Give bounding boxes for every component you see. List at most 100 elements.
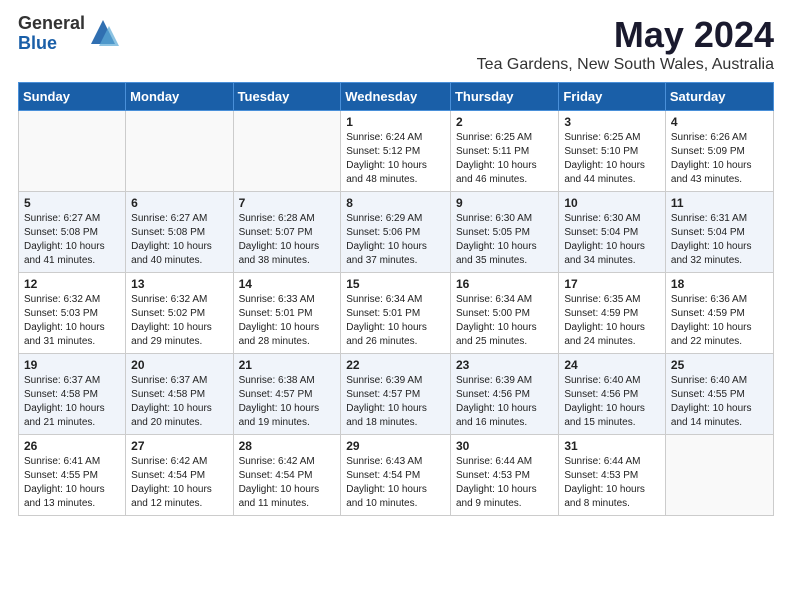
- calendar-cell: 26 Sunrise: 6:41 AM Sunset: 4:55 PM Dayli…: [19, 435, 126, 516]
- calendar-cell: 13 Sunrise: 6:32 AM Sunset: 5:02 PM Dayli…: [126, 273, 233, 354]
- day-number: 26: [24, 439, 120, 453]
- calendar-cell: 20 Sunrise: 6:37 AM Sunset: 4:58 PM Dayli…: [126, 354, 233, 435]
- day-header-wednesday: Wednesday: [341, 83, 451, 111]
- calendar-cell: 29 Sunrise: 6:43 AM Sunset: 4:54 PM Dayli…: [341, 435, 451, 516]
- day-number: 21: [239, 358, 336, 372]
- day-number: 11: [671, 196, 768, 210]
- cell-content: Sunrise: 6:35 AM Sunset: 4:59 PM Dayligh…: [564, 293, 660, 349]
- calendar-cell: 1 Sunrise: 6:24 AM Sunset: 5:12 PM Daylig…: [341, 111, 451, 192]
- cell-content: Sunrise: 6:28 AM Sunset: 5:07 PM Dayligh…: [239, 212, 336, 268]
- logo: General Blue: [18, 14, 121, 54]
- cell-content: Sunrise: 6:42 AM Sunset: 4:54 PM Dayligh…: [131, 455, 227, 511]
- cell-content: Sunrise: 6:39 AM Sunset: 4:57 PM Dayligh…: [346, 374, 445, 430]
- calendar-cell: 8Sunrise: 6:29 AM Sunset: 5:06 PM Daylig…: [341, 192, 451, 273]
- title-block: May 2024 Tea Gardens, New South Wales, A…: [477, 14, 774, 74]
- day-number: 9: [456, 196, 553, 210]
- calendar-cell: 23Sunrise: 6:39 AM Sunset: 4:56 PM Dayli…: [450, 354, 558, 435]
- day-header-thursday: Thursday: [450, 83, 558, 111]
- calendar-week-2: 5 Sunrise: 6:27 AM Sunset: 5:08 PM Daylig…: [19, 192, 774, 273]
- calendar-cell: 14 Sunrise: 6:33 AM Sunset: 5:01 PM Dayli…: [233, 273, 341, 354]
- day-number: 5: [24, 196, 120, 210]
- day-number: 3: [564, 115, 660, 129]
- day-number: 28: [239, 439, 336, 453]
- day-number: 4: [671, 115, 768, 129]
- cell-content: Sunrise: 6:37 AM Sunset: 4:58 PM Dayligh…: [131, 374, 227, 430]
- subtitle: Tea Gardens, New South Wales, Australia: [477, 56, 774, 74]
- calendar-cell: 25Sunrise: 6:40 AM Sunset: 4:55 PM Dayli…: [665, 354, 773, 435]
- cell-content: Sunrise: 6:27 AM Sunset: 5:08 PM Dayligh…: [24, 212, 120, 268]
- day-number: 7: [239, 196, 336, 210]
- calendar-table: SundayMondayTuesdayWednesdayThursdayFrid…: [18, 82, 774, 516]
- calendar-cell: 24 Sunrise: 6:40 AM Sunset: 4:56 PM Dayli…: [559, 354, 666, 435]
- day-header-sunday: Sunday: [19, 83, 126, 111]
- calendar-week-1: 1 Sunrise: 6:24 AM Sunset: 5:12 PM Daylig…: [19, 111, 774, 192]
- day-header-saturday: Saturday: [665, 83, 773, 111]
- day-number: 17: [564, 277, 660, 291]
- day-number: 1: [346, 115, 445, 129]
- day-number: 31: [564, 439, 660, 453]
- cell-content: Sunrise: 6:26 AM Sunset: 5:09 PM Dayligh…: [671, 131, 768, 187]
- cell-content: Sunrise: 6:40 AM Sunset: 4:56 PM Dayligh…: [564, 374, 660, 430]
- calendar-cell: 17 Sunrise: 6:35 AM Sunset: 4:59 PM Dayli…: [559, 273, 666, 354]
- cell-content: Sunrise: 6:44 AM Sunset: 4:53 PM Dayligh…: [456, 455, 553, 511]
- cell-content: Sunrise: 6:44 AM Sunset: 4:53 PM Dayligh…: [564, 455, 660, 511]
- cell-content: Sunrise: 6:31 AM Sunset: 5:04 PM Dayligh…: [671, 212, 768, 268]
- cell-content: Sunrise: 6:33 AM Sunset: 5:01 PM Dayligh…: [239, 293, 336, 349]
- day-number: 29: [346, 439, 445, 453]
- day-number: 19: [24, 358, 120, 372]
- calendar-cell: [19, 111, 126, 192]
- main-title: May 2024: [477, 14, 774, 56]
- calendar-cell: [233, 111, 341, 192]
- calendar-cell: 15 Sunrise: 6:34 AM Sunset: 5:01 PM Dayli…: [341, 273, 451, 354]
- cell-content: Sunrise: 6:25 AM Sunset: 5:10 PM Dayligh…: [564, 131, 660, 187]
- calendar-week-5: 26 Sunrise: 6:41 AM Sunset: 4:55 PM Dayli…: [19, 435, 774, 516]
- day-header-tuesday: Tuesday: [233, 83, 341, 111]
- day-number: 12: [24, 277, 120, 291]
- calendar-cell: 3 Sunrise: 6:25 AM Sunset: 5:10 PM Daylig…: [559, 111, 666, 192]
- calendar-cell: 5 Sunrise: 6:27 AM Sunset: 5:08 PM Daylig…: [19, 192, 126, 273]
- calendar-cell: 4 Sunrise: 6:26 AM Sunset: 5:09 PM Daylig…: [665, 111, 773, 192]
- day-number: 6: [131, 196, 227, 210]
- cell-content: Sunrise: 6:32 AM Sunset: 5:03 PM Dayligh…: [24, 293, 120, 349]
- day-number: 15: [346, 277, 445, 291]
- calendar-cell: 28Sunrise: 6:42 AM Sunset: 4:54 PM Dayli…: [233, 435, 341, 516]
- calendar-cell: 18 Sunrise: 6:36 AM Sunset: 4:59 PM Dayli…: [665, 273, 773, 354]
- calendar-cell: 6Sunrise: 6:27 AM Sunset: 5:08 PM Daylig…: [126, 192, 233, 273]
- day-header-friday: Friday: [559, 83, 666, 111]
- day-number: 24: [564, 358, 660, 372]
- cell-content: Sunrise: 6:30 AM Sunset: 5:04 PM Dayligh…: [564, 212, 660, 268]
- day-number: 2: [456, 115, 553, 129]
- calendar-cell: 12 Sunrise: 6:32 AM Sunset: 5:03 PM Dayli…: [19, 273, 126, 354]
- day-number: 20: [131, 358, 227, 372]
- cell-content: Sunrise: 6:41 AM Sunset: 4:55 PM Dayligh…: [24, 455, 120, 511]
- cell-content: Sunrise: 6:37 AM Sunset: 4:58 PM Dayligh…: [24, 374, 120, 430]
- calendar-week-4: 19 Sunrise: 6:37 AM Sunset: 4:58 PM Dayli…: [19, 354, 774, 435]
- calendar-cell: 22 Sunrise: 6:39 AM Sunset: 4:57 PM Dayli…: [341, 354, 451, 435]
- cell-content: Sunrise: 6:43 AM Sunset: 4:54 PM Dayligh…: [346, 455, 445, 511]
- logo-general-text: General: [18, 14, 85, 34]
- day-header-monday: Monday: [126, 83, 233, 111]
- cell-content: Sunrise: 6:24 AM Sunset: 5:12 PM Dayligh…: [346, 131, 445, 187]
- day-number: 10: [564, 196, 660, 210]
- day-number: 16: [456, 277, 553, 291]
- day-number: 14: [239, 277, 336, 291]
- day-number: 22: [346, 358, 445, 372]
- cell-content: Sunrise: 6:34 AM Sunset: 5:01 PM Dayligh…: [346, 293, 445, 349]
- cell-content: Sunrise: 6:34 AM Sunset: 5:00 PM Dayligh…: [456, 293, 553, 349]
- cell-content: Sunrise: 6:29 AM Sunset: 5:06 PM Dayligh…: [346, 212, 445, 268]
- logo-blue-text: Blue: [18, 34, 85, 54]
- cell-content: Sunrise: 6:36 AM Sunset: 4:59 PM Dayligh…: [671, 293, 768, 349]
- day-number: 30: [456, 439, 553, 453]
- day-number: 25: [671, 358, 768, 372]
- calendar-cell: 11 Sunrise: 6:31 AM Sunset: 5:04 PM Dayli…: [665, 192, 773, 273]
- calendar-cell: 16 Sunrise: 6:34 AM Sunset: 5:00 PM Dayli…: [450, 273, 558, 354]
- cell-content: Sunrise: 6:32 AM Sunset: 5:02 PM Dayligh…: [131, 293, 227, 349]
- calendar-cell: 21Sunrise: 6:38 AM Sunset: 4:57 PM Dayli…: [233, 354, 341, 435]
- cell-content: Sunrise: 6:39 AM Sunset: 4:56 PM Dayligh…: [456, 374, 553, 430]
- logo-icon: [85, 16, 121, 52]
- calendar-cell: 10 Sunrise: 6:30 AM Sunset: 5:04 PM Dayli…: [559, 192, 666, 273]
- day-number: 18: [671, 277, 768, 291]
- calendar-week-3: 12 Sunrise: 6:32 AM Sunset: 5:03 PM Dayli…: [19, 273, 774, 354]
- day-number: 13: [131, 277, 227, 291]
- cell-content: Sunrise: 6:25 AM Sunset: 5:11 PM Dayligh…: [456, 131, 553, 187]
